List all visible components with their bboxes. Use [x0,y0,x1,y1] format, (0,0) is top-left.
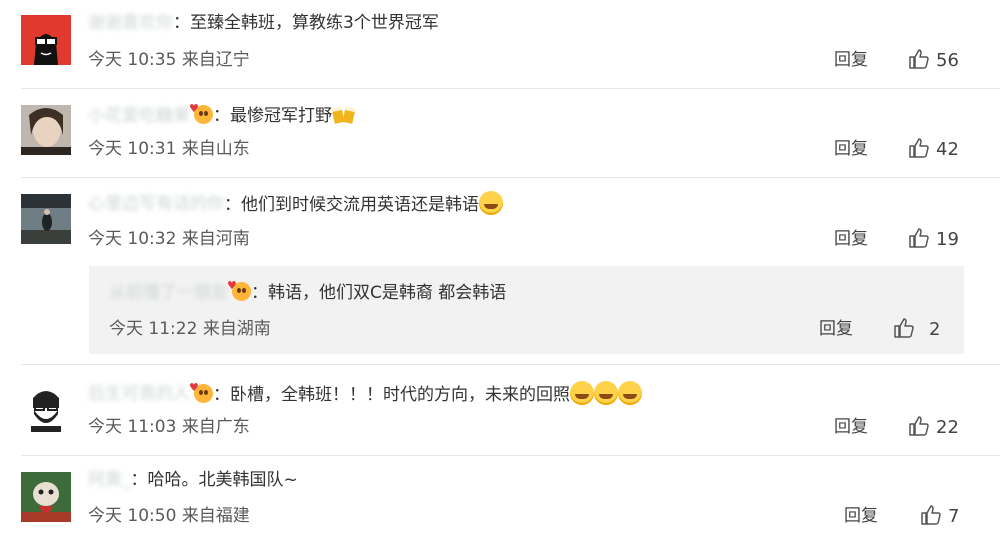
reply-button[interactable]: 回复 [844,504,878,528]
comment-line: 心里边写有话的你：他们到时候交流用英语还是韩语 [88,191,503,217]
reply-button[interactable]: 回复 [834,415,868,439]
cheers-beer-emoji-icon [331,103,356,125]
comment-line: 阿黄_：哈哈。北美韩国队~ [88,467,298,493]
member-badge-icon: ♥ [189,382,213,403]
divider [21,455,1000,456]
separator: ： [213,106,230,126]
location: 来自福建 [181,506,250,526]
comment-item: 后生可畏的人 ♥ ：卧槽，全韩班！！！时代的方向，未来的回照 今天 11:03 来自… [0,366,1000,456]
comment-item: 小花爱吃糖果 ♥ ：最惨冠军打野 今天 10:31 来自山东 回复 42 [0,90,1000,180]
like-count: 22 [936,417,959,438]
comment-meta: 今天 10:32 来自河南 [88,227,250,251]
comment-line: 后生可畏的人 ♥ ：卧槽，全韩班！！！时代的方向，未来的回照 [88,381,642,407]
yum-emoji-icon [479,191,503,215]
username[interactable]: 小花爱吃糖果 [88,103,190,129]
comment-meta: 今天 10:31 来自山东 [88,137,250,161]
comment-meta: 今天 11:03 来自广东 [88,415,250,439]
comment-text: 哈哈。北美韩国队~ [147,470,298,490]
comment-text: 最惨冠军打野 [230,106,332,126]
comment-text: 韩语，他们双C是韩裔 都会韩语 [268,283,507,303]
like-button[interactable]: 7 [920,504,959,529]
like-button[interactable]: 42 [908,137,959,162]
timestamp: 今天 10:31 [88,139,177,159]
comment-text: 他们到时候交流用英语还是韩语 [241,195,479,215]
thumbs-up-icon [894,318,914,338]
thumbs-up-icon [921,505,941,525]
timestamp: 今天 10:32 [88,229,177,249]
laughing-emoji-icon [594,381,618,405]
sub-reply: 从前慢了一朋友 ♥ ：韩语，他们双C是韩裔 都会韩语 今天 11:22 来自湖南 回… [89,266,964,354]
reply-button[interactable]: 回复 [834,48,868,72]
like-count: 56 [936,50,959,71]
like-count: 2 [929,319,941,340]
like-count: 19 [936,229,959,250]
like-button[interactable]: 19 [908,227,959,252]
location: 来自辽宁 [181,50,250,70]
member-badge-icon: ♥ [227,280,251,301]
timestamp: 今天 10:35 [88,50,177,70]
reply-button[interactable]: 回复 [819,317,853,341]
username[interactable]: 阿黄_ [88,467,131,493]
avatar-image [21,105,71,155]
avatar-image [21,194,71,244]
like-count: 7 [948,506,960,527]
username[interactable]: 从前慢了一朋友 [109,280,228,306]
divider [21,177,1000,178]
comment-item: 谢谢喜欢你：至臻全韩班，算教练3个世界冠军 今天 10:35 来自辽宁 回复 5… [0,0,1000,90]
divider [21,88,1000,89]
avatar[interactable] [21,15,71,65]
separator: ： [213,385,230,405]
like-button[interactable]: 2 [893,317,940,342]
thumbs-up-icon [909,228,929,248]
like-button[interactable]: 22 [908,415,959,440]
comment-line: 谢谢喜欢你：至臻全韩班，算教练3个世界冠军 [88,10,439,36]
avatar-image [21,472,71,522]
comment-text: 至臻全韩班，算教练3个世界冠军 [190,13,439,33]
avatar-image [21,15,71,65]
like-button[interactable]: 56 [908,48,959,73]
location: 来自广东 [181,417,250,437]
location: 来自山东 [181,139,250,159]
username[interactable]: 心里边写有话的你 [88,191,224,217]
divider [21,364,1000,365]
avatar-image [21,382,71,432]
comment-item: 心里边写有话的你：他们到时候交流用英语还是韩语 今天 10:32 来自河南 回复… [0,179,1000,269]
comment-item: 阿黄_：哈哈。北美韩国队~ 今天 10:50 来自福建 回复 7 [0,457,1000,541]
username[interactable]: 后生可畏的人 [88,381,190,407]
avatar[interactable] [21,105,71,155]
avatar[interactable] [21,472,71,522]
separator: ： [224,195,241,215]
separator: ： [130,470,148,490]
thumbs-up-icon [909,416,929,436]
avatar[interactable] [21,194,71,244]
member-badge-icon: ♥ [189,103,213,124]
comment-meta: 今天 10:50 来自福建 [88,504,250,528]
comment-meta: 今天 11:22 来自湖南 [109,317,271,341]
reply-button[interactable]: 回复 [834,227,868,251]
reply-button[interactable]: 回复 [834,137,868,161]
like-count: 42 [936,139,959,160]
separator: ： [251,283,268,303]
timestamp: 今天 11:22 [109,319,198,339]
thumbs-up-icon [909,138,929,158]
timestamp: 今天 11:03 [88,417,177,437]
comment-meta: 今天 10:35 来自辽宁 [88,48,250,72]
timestamp: 今天 10:50 [88,506,177,526]
location: 来自湖南 [202,319,271,339]
comment-line: 从前慢了一朋友 ♥ ：韩语，他们双C是韩裔 都会韩语 [109,280,506,306]
laughing-emoji-icon [618,381,642,405]
separator: ： [173,13,190,33]
comment-text: 卧槽，全韩班！！！时代的方向，未来的回照 [230,385,570,405]
username[interactable]: 谢谢喜欢你 [88,10,173,36]
comment-line: 小花爱吃糖果 ♥ ：最惨冠军打野 [88,103,356,129]
laughing-emoji-icon [570,381,594,405]
location: 来自河南 [181,229,250,249]
thumbs-up-icon [909,49,929,69]
avatar[interactable] [21,382,71,432]
